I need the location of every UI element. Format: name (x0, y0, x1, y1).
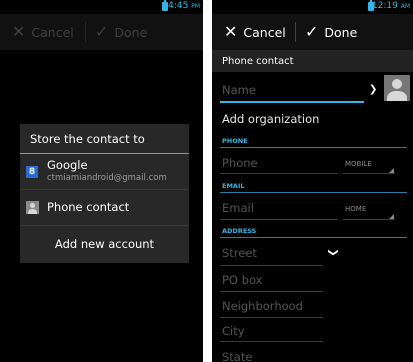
section-divider (220, 192, 407, 193)
account-name: Phone contact (47, 200, 130, 214)
status-time: 4:45 PM (168, 1, 200, 11)
action-divider (85, 22, 86, 42)
done-label: Done (324, 24, 358, 40)
email-type-underline (343, 219, 395, 220)
expand-name-chevron-icon[interactable]: ❯ (369, 84, 377, 95)
contact-photo[interactable] (384, 75, 410, 101)
cancel-label: Cancel (243, 24, 286, 40)
neighborhood-underline (220, 317, 323, 318)
battery-icon (162, 0, 168, 11)
add-new-account-button[interactable]: Add new account (20, 226, 189, 262)
street-underline (220, 265, 323, 266)
phone-field[interactable]: Phone (222, 156, 258, 170)
close-icon: ✕ (224, 22, 238, 41)
phone-underline (220, 173, 338, 174)
status-bar: 4:45 PM (0, 0, 203, 14)
expand-address-chevron-icon[interactable]: ❯ (328, 248, 339, 256)
cancel-label: Cancel (31, 24, 74, 40)
phone-type-underline (343, 173, 395, 174)
cancel-button[interactable]: ✕ Cancel (224, 14, 286, 50)
google-icon: 8 (26, 166, 38, 178)
store-contact-dialog: Store the contact to 8 Google ctmiamiand… (20, 124, 189, 263)
check-icon: ✓ (305, 22, 319, 41)
section-divider (220, 237, 407, 238)
check-icon: ✓ (95, 22, 109, 41)
cancel-button[interactable]: ✕ Cancel (12, 14, 74, 50)
status-time: 12:19 AM (371, 1, 410, 11)
name-underline (220, 101, 364, 103)
email-type-select[interactable]: HOME (345, 205, 366, 213)
account-header: Phone contact (212, 50, 413, 72)
dialog-title: Store the contact to (20, 124, 189, 154)
account-option-phone[interactable]: Phone contact (20, 190, 189, 226)
status-bar: 12:19 AM (212, 0, 413, 14)
po-box-underline (220, 291, 323, 292)
done-button[interactable]: ✓ Done (305, 14, 357, 50)
phone-section-header: PHONE (222, 137, 248, 145)
email-field[interactable]: Email (222, 201, 254, 215)
account-option-google[interactable]: 8 Google ctmiamiandroid@gmail.com (20, 154, 189, 190)
action-divider (295, 22, 296, 42)
po-box-field[interactable]: PO box (222, 273, 262, 287)
right-screen: 12:19 AM ✕ Cancel ✓ Done Phone contact N… (212, 0, 413, 362)
email-section-header: EMAIL (222, 182, 245, 190)
close-icon: ✕ (12, 22, 26, 41)
city-underline (220, 341, 323, 342)
city-field[interactable]: City (222, 324, 245, 338)
street-field[interactable]: Street (222, 246, 257, 260)
account-name: Google (47, 158, 88, 172)
phone-type-select[interactable]: MOBILE (345, 160, 372, 168)
action-bar: ✕ Cancel ✓ Done (212, 14, 413, 50)
add-organization-button[interactable]: Add organization (222, 112, 319, 126)
done-button[interactable]: ✓ Done (95, 14, 147, 50)
account-email: ctmiamiandroid@gmail.com (47, 173, 167, 183)
left-screen: 4:45 PM ✕ Cancel ✓ Done Store the contac… (0, 0, 203, 362)
section-divider (220, 147, 407, 148)
state-field[interactable]: State (222, 350, 252, 362)
address-section-header: ADDRESS (222, 227, 257, 235)
contact-avatar-icon (26, 201, 39, 214)
name-field[interactable]: Name (222, 83, 256, 97)
neighborhood-field[interactable]: Neighborhood (222, 299, 303, 313)
email-underline (220, 219, 338, 220)
done-label: Done (114, 24, 148, 40)
action-bar: ✕ Cancel ✓ Done (0, 14, 203, 50)
